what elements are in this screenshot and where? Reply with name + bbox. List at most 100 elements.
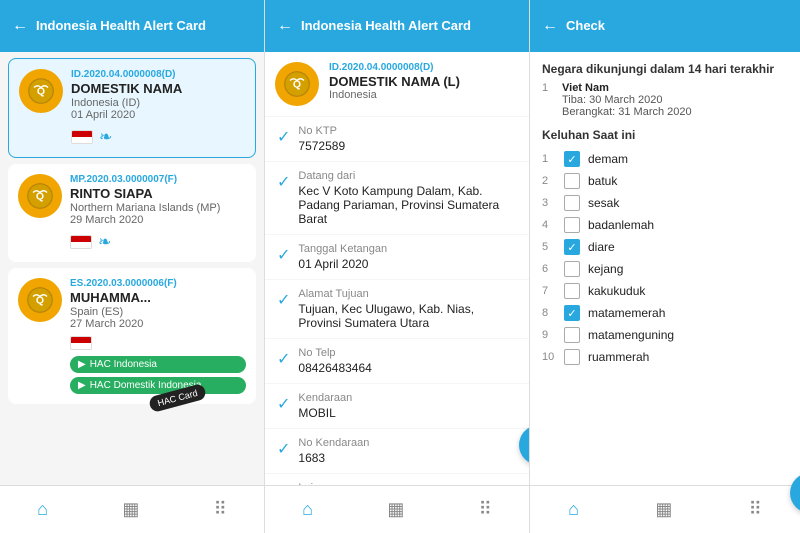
field-content-2: Tanggal Ketangan 01 April 2020 <box>298 243 387 271</box>
keluhan-checkbox-6[interactable] <box>564 283 580 299</box>
detail-field-7: ✓ Lainnya <box>265 474 529 485</box>
field-label-1: Datang dari <box>298 170 517 182</box>
keluhan-label-7: matamemerah <box>588 306 665 320</box>
right-back-button[interactable]: ← <box>542 17 558 35</box>
detail-field-2: ✓ Tanggal Ketangan 01 April 2020 <box>265 235 529 279</box>
hac-domestik-button[interactable]: ▶ HAC Domestik Indonesia <box>70 377 246 394</box>
field-content-1: Datang dari Kec V Koto Kampung Dalam, Ka… <box>298 170 517 226</box>
field-content-0: No KTP 7572589 <box>298 125 345 153</box>
left-panel: ← Indonesia Health Alert Card Q ID.2020.… <box>0 0 265 533</box>
right-header: ← Check <box>530 0 800 52</box>
check-icon-3: ✓ <box>277 290 290 310</box>
keluhan-num-9: 10 <box>542 351 556 363</box>
keluhan-num-0: 1 <box>542 153 556 165</box>
keluhan-item-4: 5 ✓ diare <box>542 236 788 258</box>
keluhan-label-3: badanlemah <box>588 218 654 232</box>
middle-bottom-nav: ⌂ ▦ ⠿ <box>265 485 529 533</box>
left-back-button[interactable]: ← <box>12 17 28 35</box>
middle-back-button[interactable]: ← <box>277 17 293 35</box>
card-country-2: Northern Mariana Islands (MP) <box>70 202 246 214</box>
card-badge-3: Q <box>18 278 62 322</box>
field-value-3: Tujuan, Kec Ulugawo, Kab. Nias, Provinsi… <box>298 302 517 330</box>
visit-num-0: 1 <box>542 82 554 118</box>
keluhan-checkbox-1[interactable] <box>564 173 580 189</box>
keluhan-num-8: 9 <box>542 329 556 341</box>
keluhan-item-0: 1 ✓ demam <box>542 148 788 170</box>
keluhan-checkbox-8[interactable] <box>564 327 580 343</box>
detail-field-4: ✓ No Telp 08426483464 <box>265 339 529 383</box>
check-icon-4: ✓ <box>277 349 290 369</box>
keluhan-label-5: kejang <box>588 262 623 276</box>
card-badge-1: Q <box>19 69 63 113</box>
keluhan-item-8: 9 matamenguning <box>542 324 788 346</box>
keluhan-checkbox-2[interactable] <box>564 195 580 211</box>
keluhan-label-4: diare <box>588 240 615 254</box>
card-flags-2: ❧ <box>70 232 246 252</box>
card-info-1: ID.2020.04.0000008(D) DOMESTIK NAMA Indo… <box>71 69 245 147</box>
field-label-3: Alamat Tujuan <box>298 288 517 300</box>
card-country-1: Indonesia (ID) <box>71 97 245 109</box>
flag-indonesia-1 <box>71 130 93 144</box>
card-name-2: RINTO SIAPA <box>70 186 246 201</box>
field-label-6: No Kendaraan <box>298 437 369 449</box>
left-header: ← Indonesia Health Alert Card <box>0 0 264 52</box>
keluhan-item-6: 7 kakukuduk <box>542 280 788 302</box>
card-id-1: ID.2020.04.0000008(D) <box>71 69 245 80</box>
keluhan-num-6: 7 <box>542 285 556 297</box>
field-label-7: Lainnya <box>298 482 337 485</box>
card-date-3: 27 March 2020 <box>70 318 246 330</box>
field-label-2: Tanggal Ketangan <box>298 243 387 255</box>
middle-nav-home[interactable]: ⌂ <box>302 499 313 520</box>
right-panel: ← Check Negara dikunjungi dalam 14 hari … <box>530 0 800 533</box>
left-nav-home[interactable]: ⌂ <box>37 499 48 520</box>
keluhan-checkbox-0[interactable]: ✓ <box>564 151 580 167</box>
visit-departure-0: Berangkat: 31 March 2020 <box>562 106 692 118</box>
detail-field-0: ✓ No KTP 7572589 <box>265 117 529 161</box>
keluhan-checkbox-5[interactable] <box>564 261 580 277</box>
card-name-3: MUHAMMA... <box>70 290 246 305</box>
check-icon-0: ✓ <box>277 127 290 147</box>
keluhan-item-3: 4 badanlemah <box>542 214 788 236</box>
keluhan-checkbox-7[interactable]: ✓ <box>564 305 580 321</box>
right-print-button[interactable]: 🖨 <box>790 473 800 485</box>
keluhan-label-6: kakukuduk <box>588 284 645 298</box>
keluhan-checkbox-4[interactable]: ✓ <box>564 239 580 255</box>
check-icon-2: ✓ <box>277 245 290 265</box>
field-value-1: Kec V Koto Kampung Dalam, Kab. Padang Pa… <box>298 184 517 226</box>
detail-field-6: ✓ No Kendaraan 1683 <box>265 429 529 473</box>
hac-indonesia-button[interactable]: ▶ HAC Indonesia <box>70 356 246 373</box>
field-content-5: Kendaraan MOBIL <box>298 392 352 420</box>
card-item-3[interactable]: Q ES.2020.03.0000006(F) MUHAMMA... Spain… <box>8 268 256 404</box>
keluhan-item-9: 10 ruammerah <box>542 346 788 368</box>
middle-nav-card[interactable]: ▦ <box>387 499 404 520</box>
keluhan-item-5: 6 kejang <box>542 258 788 280</box>
left-bottom-nav: ⌂ ▦ ⠿ <box>0 485 264 533</box>
card-flags-3 <box>70 336 246 350</box>
right-nav-home[interactable]: ⌂ <box>568 499 579 520</box>
middle-nav-grid[interactable]: ⠿ <box>479 499 492 520</box>
keluhan-label-8: matamenguning <box>588 328 674 342</box>
field-value-0: 7572589 <box>298 139 345 153</box>
keluhan-item-7: 8 ✓ matamemerah <box>542 302 788 324</box>
keluhan-checkbox-3[interactable] <box>564 217 580 233</box>
keluhan-checkbox-9[interactable] <box>564 349 580 365</box>
right-nav-grid[interactable]: ⠿ <box>749 499 762 520</box>
middle-header: ← Indonesia Health Alert Card <box>265 0 529 52</box>
card-item-1[interactable]: Q ID.2020.04.0000008(D) DOMESTIK NAMA In… <box>8 58 256 158</box>
visit-detail-0: Viet Nam Tiba: 30 March 2020 Berangkat: … <box>562 82 692 118</box>
keluhan-num-5: 6 <box>542 263 556 275</box>
visited-section-title: Negara dikunjungi dalam 14 hari terakhir <box>542 62 788 76</box>
detail-card-id: ID.2020.04.0000008(D) <box>329 62 460 73</box>
visit-arrival-0: Tiba: 30 March 2020 <box>562 94 692 106</box>
keluhan-num-4: 5 <box>542 241 556 253</box>
left-nav-grid[interactable]: ⠿ <box>214 499 227 520</box>
field-content-4: No Telp 08426483464 <box>298 347 371 375</box>
left-nav-card[interactable]: ▦ <box>122 499 139 520</box>
flag-indonesia-2 <box>70 235 92 249</box>
detail-badge-icon: Q <box>275 62 319 106</box>
card-item-2[interactable]: Q MP.2020.03.0000007(F) RINTO SIAPA Nort… <box>8 164 256 262</box>
share-icon-2: ❧ <box>98 232 111 252</box>
visit-list: 1 Viet Nam Tiba: 30 March 2020 Berangkat… <box>542 82 788 118</box>
card-badge-2: Q <box>18 174 62 218</box>
right-nav-card[interactable]: ▦ <box>655 499 672 520</box>
